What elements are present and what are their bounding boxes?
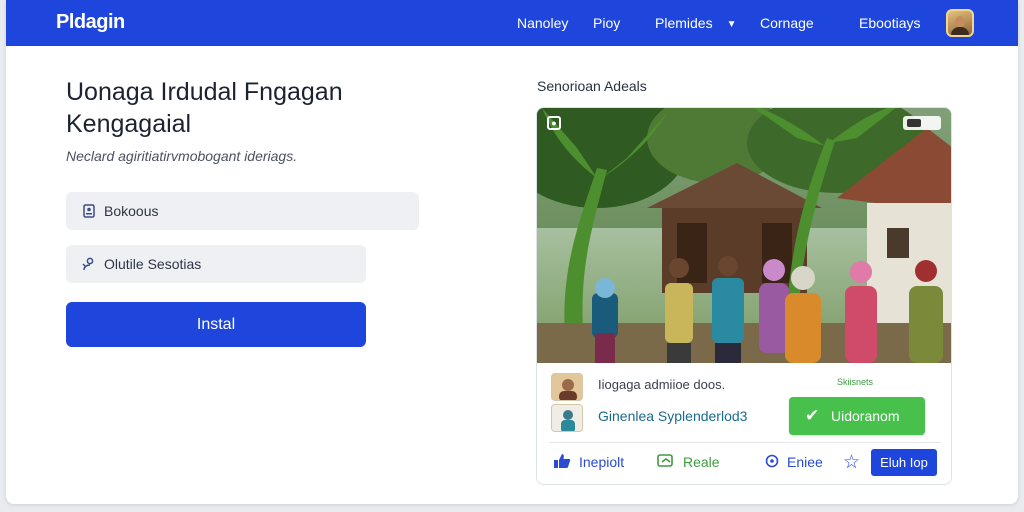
thumbs-up-icon bbox=[554, 454, 571, 468]
share-button[interactable]: Reale bbox=[657, 453, 720, 470]
post-card: ● Iiogaga admiioe doos. Ginenlea Syplend… bbox=[536, 107, 952, 485]
location-label: Eniee bbox=[787, 454, 823, 470]
group-name[interactable]: Ginenlea Syplenderlod3 bbox=[598, 408, 747, 424]
avatar-body bbox=[951, 27, 969, 35]
image-badge-icon: ● bbox=[547, 116, 561, 130]
page-title: Uonaga Irdudal Fngagan Kengagaial bbox=[66, 76, 446, 140]
install-button[interactable]: Instal bbox=[66, 302, 366, 347]
page-subtitle: Neclard agiritiatirvmobogant ideriags. bbox=[66, 148, 298, 164]
chevron-down-icon: ▼ bbox=[726, 19, 737, 30]
field-option-1[interactable]: Bokoous bbox=[66, 192, 419, 230]
user-icon bbox=[82, 257, 94, 271]
status-button-label: Uidoranom bbox=[831, 408, 900, 424]
status-button[interactable]: ✔ Uidoranom bbox=[789, 397, 925, 435]
id-card-icon bbox=[83, 204, 95, 218]
nav-item-4[interactable]: Cornage bbox=[760, 15, 814, 31]
nav-item-3-label: Plemides bbox=[655, 15, 713, 31]
group-avatar[interactable] bbox=[551, 404, 583, 432]
title-line-2: Kengagaial bbox=[66, 110, 192, 138]
like-button[interactable]: Inepiolt bbox=[553, 453, 624, 470]
location-button[interactable]: Eniee bbox=[765, 453, 823, 470]
check-icon: ✔ bbox=[805, 406, 820, 425]
share-icon bbox=[657, 454, 673, 467]
top-navbar: Pldagin Nanoley Pioy Plemides ▼ Cornage E… bbox=[6, 0, 1018, 46]
post-meta-line: Iiogaga admiioe doos. bbox=[598, 377, 726, 392]
nav-item-5[interactable]: Ebootiays bbox=[859, 15, 920, 31]
follow-button[interactable]: Eluh Iop bbox=[871, 449, 937, 476]
brand-logo[interactable]: Pldagin bbox=[56, 11, 125, 34]
card-divider bbox=[549, 442, 941, 443]
user-avatar[interactable] bbox=[946, 9, 974, 37]
card-heading: Senorioan Adeals bbox=[537, 78, 647, 94]
nav-item-2[interactable]: Pioy bbox=[593, 15, 620, 31]
field-option-1-label: Bokoous bbox=[104, 203, 159, 219]
like-label: Inepiolt bbox=[579, 454, 625, 470]
nav-item-3[interactable]: Plemides ▼ bbox=[655, 15, 737, 31]
location-pin-icon bbox=[765, 454, 779, 468]
star-icon[interactable]: ☆ bbox=[843, 451, 860, 474]
author-avatar-image bbox=[552, 374, 582, 400]
camera-icon[interactable] bbox=[903, 116, 941, 130]
title-line-1: Uonaga Irdudal Fngagan bbox=[66, 78, 343, 106]
status-caption: Skiisnets bbox=[837, 377, 874, 387]
village-scene-illustration bbox=[537, 108, 951, 363]
share-label: Reale bbox=[683, 454, 720, 470]
nav-item-1[interactable]: Nanoley bbox=[517, 15, 568, 31]
app-window: Pldagin Nanoley Pioy Plemides ▼ Cornage E… bbox=[6, 0, 1018, 504]
field-option-2-label: Olutile Sesotias bbox=[104, 256, 202, 272]
author-avatar[interactable] bbox=[551, 373, 583, 401]
village-photo: ● bbox=[537, 108, 951, 363]
group-avatar-image bbox=[552, 405, 582, 431]
field-option-2[interactable]: Olutile Sesotias bbox=[66, 245, 366, 283]
